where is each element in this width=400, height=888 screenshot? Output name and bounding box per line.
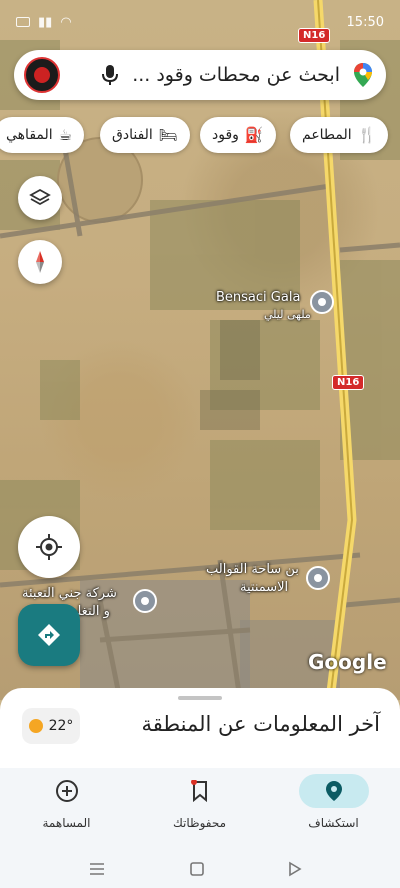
chip-label: المطاعم — [302, 127, 352, 143]
road-badge-mid: N16 — [332, 375, 365, 390]
status-time: 15:50 — [346, 14, 384, 30]
cafe-icon: ☕ — [58, 126, 73, 144]
my-location-button[interactable] — [18, 516, 80, 578]
satellite-map[interactable]: N16 N16 Bensaci Gala ملهى ليلي بن ساحة ا… — [0, 0, 400, 700]
hotel-icon: 🛏 — [158, 126, 178, 144]
nav-saved[interactable]: محفوظاتك — [133, 774, 266, 844]
restaurant-icon: 🍴 — [357, 126, 377, 144]
sheet-title: آخر المعلومات عن المنطقة — [141, 712, 381, 736]
home-icon[interactable] — [186, 858, 208, 880]
chip-label: الفنادق — [112, 127, 153, 143]
chip-label: وقود — [212, 127, 239, 143]
wifi-icon: ◠ — [60, 14, 72, 30]
status-icons: ▮▮ ◠ — [16, 15, 72, 30]
chip-hotels[interactable]: 🛏 الفنادق — [100, 117, 190, 153]
system-navigation-bar — [0, 850, 400, 888]
nav-explore[interactable]: استكشاف — [267, 774, 400, 844]
place-name-company[interactable]: شركة جني التعبئة — [22, 586, 117, 601]
place-name-bensaci[interactable]: Bensaci Gala — [216, 290, 300, 305]
chip-cafes[interactable]: ☕ المقاهي — [0, 117, 85, 153]
back-icon[interactable] — [284, 858, 306, 880]
directions-button[interactable] — [18, 604, 80, 666]
my-location-icon — [36, 534, 62, 560]
gas-station-icon: ⛽ — [244, 126, 264, 144]
nav-label: المساهمة — [42, 816, 91, 830]
google-logo: Google — [308, 650, 387, 674]
compass-icon — [36, 251, 44, 273]
bottom-sheet[interactable]: 22° آخر المعلومات عن المنطقة — [0, 688, 400, 772]
sheet-handle[interactable] — [178, 696, 222, 700]
menu-icon[interactable] — [86, 858, 108, 880]
category-chips: 🍴 المطاعم ⛽ وقود 🛏 الفنادق ☕ المقاهي — [0, 117, 400, 157]
place-pin-icon[interactable] — [310, 290, 334, 314]
nav-label: محفوظاتك — [172, 816, 227, 830]
bottom-navigation: استكشاف محفوظاتك المساهمة — [0, 768, 400, 850]
compass-button[interactable] — [18, 240, 62, 284]
microphone-icon[interactable] — [98, 63, 122, 87]
chip-gas[interactable]: ⛽ وقود — [200, 117, 276, 153]
nav-label: استكشاف — [308, 816, 359, 830]
search-bar[interactable]: ابحث عن محطات وقود ... — [14, 50, 386, 100]
chip-label: المقاهي — [6, 127, 53, 143]
place-subtitle-bensaci: ملهى ليلي — [264, 308, 311, 321]
status-bar: ▮▮ ◠ 15:50 — [0, 0, 400, 44]
place-pin-icon[interactable] — [306, 566, 330, 590]
battery-icon — [16, 17, 30, 27]
signal-icon: ▮▮ — [38, 14, 53, 30]
sun-icon — [28, 719, 43, 733]
chip-restaurants[interactable]: 🍴 المطاعم — [290, 117, 389, 153]
layers-button[interactable] — [18, 176, 62, 220]
avatar[interactable] — [24, 57, 60, 93]
layers-icon — [29, 188, 51, 206]
contribute-plus-icon — [32, 774, 102, 808]
place-name-benssaha[interactable]: بن ساحة القوالب — [206, 562, 299, 577]
saved-bookmark-icon — [165, 774, 235, 808]
weather-chip[interactable]: 22° — [22, 708, 80, 744]
place-pin-icon[interactable] — [133, 589, 157, 613]
temperature: 22° — [48, 718, 74, 734]
place-subtitle-benssaha: الاسمنتية — [240, 580, 289, 595]
search-input[interactable]: ابحث عن محطات وقود ... — [122, 64, 350, 86]
directions-icon — [38, 624, 60, 646]
maps-pin-logo-icon — [350, 62, 376, 88]
nav-contribute[interactable]: المساهمة — [0, 774, 133, 844]
explore-pin-icon — [298, 774, 369, 808]
